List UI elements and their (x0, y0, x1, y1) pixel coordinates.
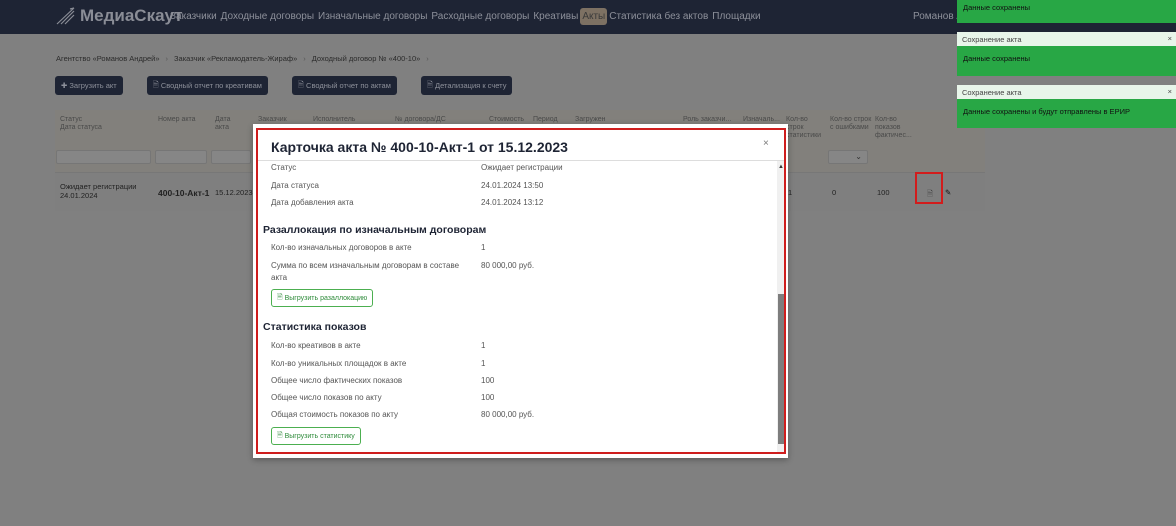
toast-act-saved-erir: Сохранение акта × Данные сохранены и буду… (957, 85, 1176, 128)
toast-title: Сохранение акта (962, 88, 1022, 97)
nav-income-contracts[interactable]: Доходные договоры (219, 8, 316, 25)
breadcrumb-agency[interactable]: Агентство «Романов Андрей» (56, 54, 160, 63)
field-actual-shows: Общее число фактических показов 100 (271, 376, 495, 385)
field-shows-cost: Общая стоимость показов по акту 80 000,00… (271, 410, 535, 419)
col-rows-errors[interactable]: Кол-во строк с ошибками (830, 116, 872, 132)
close-icon[interactable]: × (763, 138, 769, 149)
field-platforms-count: Кол-во уникальных площадок в акте 1 (271, 359, 486, 368)
filter-status[interactable] (56, 150, 151, 164)
nav-stats-without-acts[interactable]: Статистика без актов (607, 8, 710, 25)
filter-errors-select[interactable]: ⌄ (828, 150, 868, 164)
invoice-detail-button[interactable]: 🗎 Детализация к счету (420, 76, 513, 95)
section-stats-title: Статистика показов (263, 321, 367, 333)
breadcrumb-contract[interactable]: Доходный договор № «400-10» (312, 54, 421, 63)
logo-icon (56, 7, 75, 25)
section-reallocation-title: Разаллокация по изначальным договорам (263, 224, 487, 236)
field-initial-sum: Сумма по всем изначальным договорам в со… (271, 261, 535, 282)
field-initial-count: Кол-во изначальных договоров в акте 1 (271, 243, 486, 252)
export-stats-button[interactable]: 🗎 Выгрузить статистику (271, 427, 361, 445)
toast-act-saved: Сохранение акта × Данные сохранены (957, 32, 1176, 76)
scroll-up-icon[interactable]: ▲ (778, 164, 784, 170)
field-creatives-count: Кол-во креативов в акте 1 (271, 341, 486, 350)
scrollbar-thumb[interactable] (778, 294, 786, 444)
row-status: Ожидает регистрации 24.01.2024 (60, 182, 137, 200)
row-rows-stat: 1 (788, 188, 793, 197)
row-rows-errors: 0 (832, 188, 837, 197)
export-reallocation-button[interactable]: 🗎 Выгрузить разаллокацию (271, 289, 374, 307)
highlight-frame (915, 172, 943, 204)
modal-title: Карточка акта № 400-10-Акт-1 от 15.12.20… (271, 139, 568, 155)
nav-expense-contracts[interactable]: Расходные договоры (429, 8, 531, 25)
col-date[interactable]: Дата акта (215, 116, 235, 132)
col-executor[interactable]: Исполнитель (313, 116, 355, 124)
col-initial[interactable]: Изначаль... (743, 116, 780, 124)
field-added-date: Дата добавления акта 24.01.2024 13:12 (271, 198, 544, 207)
toast-title: Сохранение акта (962, 35, 1022, 44)
col-uploaded[interactable]: Загружен (575, 116, 606, 124)
field-act-shows: Общее число показов по акту 100 (271, 393, 495, 402)
toast-saved: Данные сохранены (957, 0, 1176, 23)
col-number[interactable]: Номер акта (158, 116, 196, 124)
col-cost[interactable]: Стоимость (489, 116, 524, 124)
modal-body: Статус Ожидает регистрации Дата статуса 24… (253, 161, 788, 452)
nav-acts[interactable]: Акты (580, 8, 608, 25)
col-shows[interactable]: Кол-во показов фактичес... (875, 116, 915, 140)
col-status[interactable]: Статус Дата статуса (60, 116, 140, 132)
brand-logo[interactable]: МедиаСкаут (56, 6, 183, 26)
act-card-modal: Карточка акта № 400-10-Акт-1 от 15.12.20… (253, 124, 788, 458)
col-customer[interactable]: Заказчик (258, 116, 287, 124)
toast-body: Данные сохранены (963, 3, 1031, 12)
field-status-date: Дата статуса 24.01.2024 13:50 (271, 181, 544, 190)
nav-initial-contracts[interactable]: Изначальные договоры (316, 8, 429, 25)
breadcrumb-customer[interactable]: Заказчик «Рекламодатель-Жираф» (174, 54, 297, 63)
user-menu[interactable]: Романов А (913, 11, 963, 22)
nav-creatives[interactable]: Креативы (531, 8, 580, 25)
chevron-down-icon: ⌄ (855, 152, 862, 161)
field-status: Статус Ожидает регистрации (271, 163, 563, 172)
filter-number[interactable] (155, 150, 207, 164)
close-icon[interactable]: × (1168, 34, 1172, 43)
col-contract[interactable]: № договора/ДС (395, 116, 446, 124)
file-export-icon: 🗎 (277, 293, 285, 301)
row-date: 15.12.2023 (215, 188, 253, 197)
nav-customers[interactable]: Заказчики (168, 8, 219, 25)
upload-act-button[interactable]: ✚ Загрузить акт (55, 76, 123, 95)
nav-platforms[interactable]: Площадки (710, 8, 762, 25)
modal-scrollbar[interactable]: ▲ (777, 161, 786, 452)
toast-body: Данные сохранены и будут отправлены в ЕР… (963, 107, 1130, 116)
report-acts-button[interactable]: 🗎 Сводный отчет по актам (291, 76, 397, 95)
col-period[interactable]: Период (533, 116, 558, 124)
report-creatives-button[interactable]: 🗎 Сводный отчет по креативам (146, 76, 268, 95)
breadcrumb: Агентство «Романов Андрей» › Заказчик «Ре… (56, 54, 429, 63)
toast-body: Данные сохранены (963, 54, 1031, 63)
col-role[interactable]: Роль заказчи... (683, 116, 731, 124)
edit-icon[interactable]: ✎ (945, 188, 951, 197)
col-rows-stat[interactable]: Кол-во строк статистики (786, 116, 826, 140)
row-shows: 100 (877, 188, 890, 197)
row-number[interactable]: 400-10-Акт-1 (158, 188, 209, 198)
close-icon[interactable]: × (1168, 87, 1172, 96)
file-export-icon: 🗎 (277, 431, 285, 439)
filter-date[interactable] (211, 150, 251, 164)
